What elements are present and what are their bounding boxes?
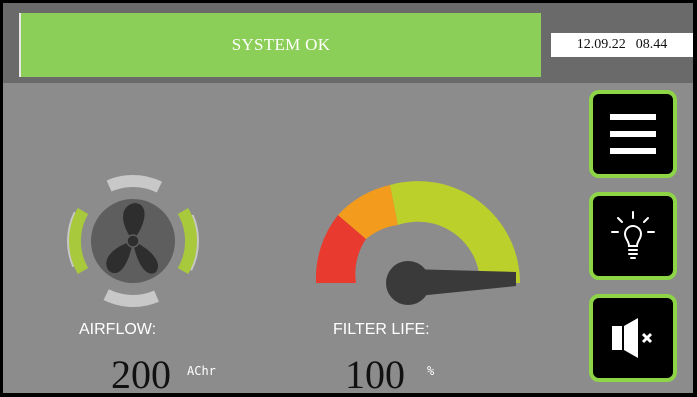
filter-life-label: FILTER LIFE: (333, 321, 430, 338)
airflow-fan-widget[interactable] (63, 171, 203, 311)
filter-life-value: 100 (345, 352, 405, 394)
airflow-value: 200 (111, 352, 171, 394)
status-banner: SYSTEM OK (19, 13, 541, 77)
airflow-label: AIRFLOW: (79, 321, 157, 338)
mute-button[interactable] (589, 294, 677, 382)
hamburger-menu-icon (610, 114, 656, 154)
filter-life-gauge (308, 173, 528, 343)
airflow-unit: AChr (187, 364, 216, 378)
light-button[interactable] (589, 192, 677, 280)
fan-icon (67, 175, 199, 307)
gauge-hub (386, 261, 430, 305)
date-time-display: 12.09.22 08.44 (551, 33, 693, 57)
filter-life-unit: % (427, 364, 435, 378)
hvac-screen: SYSTEM OK 12.09.22 08.44 AIRFLOW: 200 AC… (3, 3, 693, 393)
menu-button[interactable] (589, 90, 677, 178)
time-text: 08.44 (635, 37, 668, 52)
lightbulb-icon (611, 211, 655, 259)
date-text: 12.09.22 (576, 37, 626, 52)
speaker-mute-icon (612, 318, 653, 358)
status-text: SYSTEM OK (231, 35, 331, 54)
